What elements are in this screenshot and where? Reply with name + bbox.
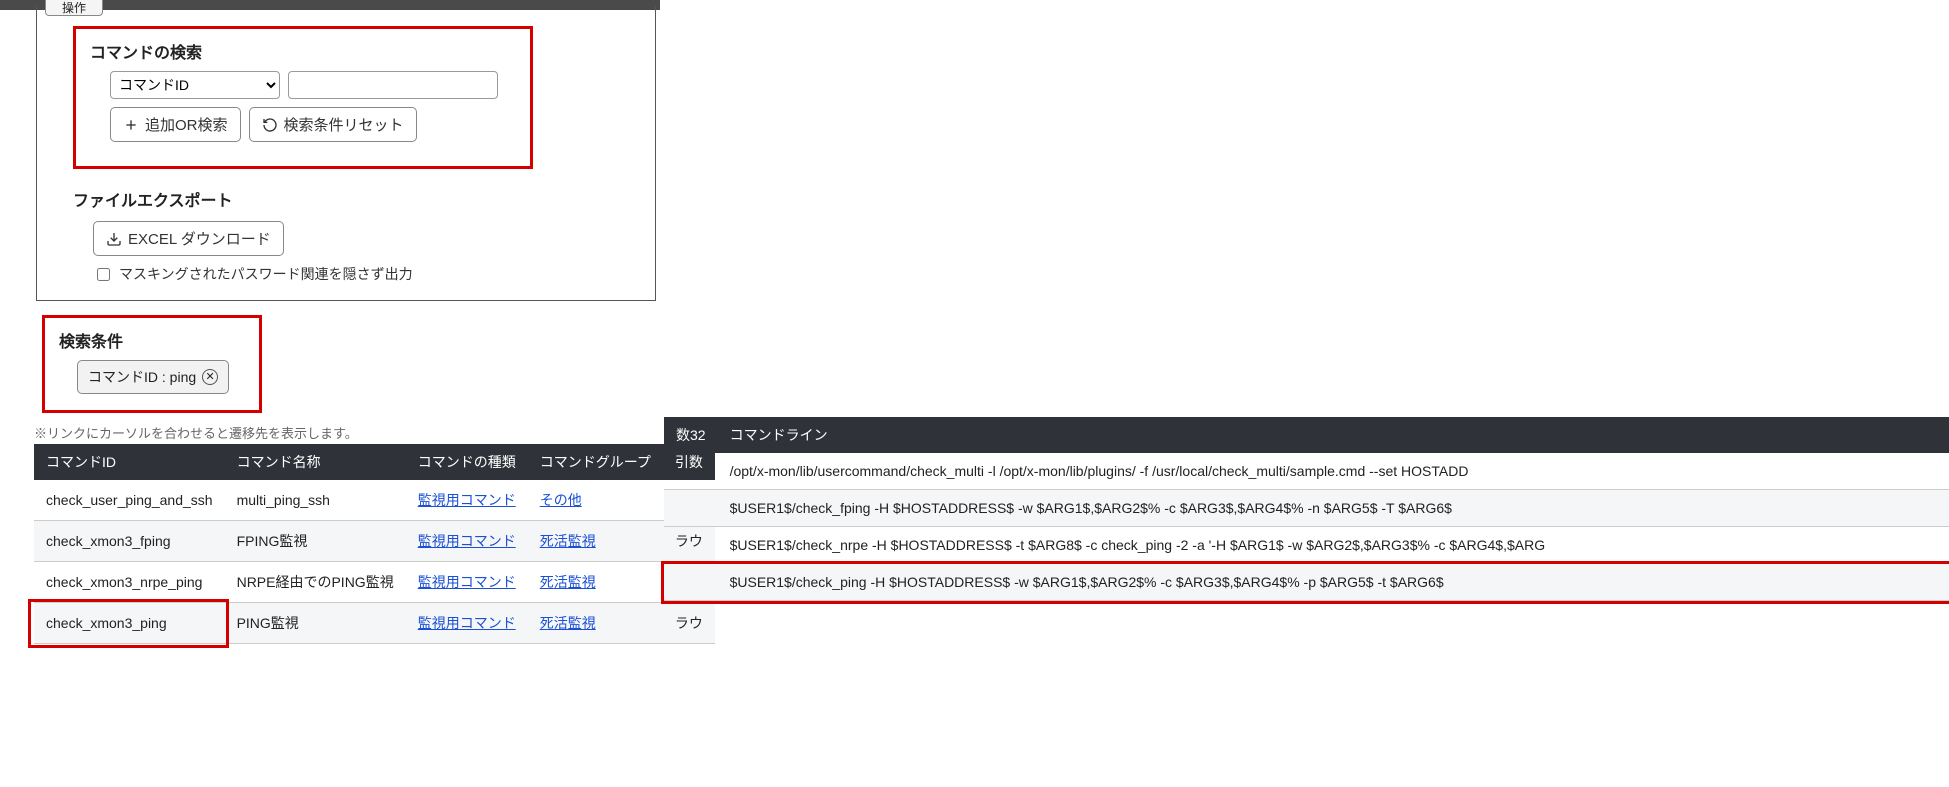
command-type-link[interactable]: 監視用コマンド bbox=[418, 492, 516, 508]
table-row: check_user_ping_and_sshmulti_ping_ssh 監視用… bbox=[34, 480, 715, 521]
commands-table-left: コマンドID コマンド名称 コマンドの種類 コマンドグループ 引数 check_… bbox=[34, 444, 715, 644]
search-conditions-box: 検索条件 コマンドID : ping ✕ bbox=[42, 315, 262, 413]
cell-command-name: NRPE経由でのPING監視 bbox=[225, 562, 406, 603]
table-row: check_xmon3_fpingFPING監視監視用コマンド死活監視ラウ bbox=[34, 521, 715, 562]
cell-command-type: 監視用コマンド bbox=[406, 603, 528, 644]
excel-download-button[interactable]: EXCEL ダウンロード bbox=[93, 221, 284, 256]
link-hint-text: ※リンクにカーソルを合わせると遷移先を表示します。 bbox=[34, 423, 660, 442]
cell-command-line: $USER1$/check_ping -H $HOSTADDRESS$ -w $… bbox=[718, 564, 1949, 601]
file-export-section: ファイルエクスポート EXCEL ダウンロード マスキングされたパスワード関連を… bbox=[73, 187, 635, 284]
col-arg32: 数32 bbox=[664, 417, 718, 453]
cell-command-group: 死活監視 bbox=[528, 521, 663, 562]
col-command-name: コマンド名称 bbox=[225, 444, 406, 480]
col-command-line: コマンドライン bbox=[718, 417, 1949, 453]
excel-download-label: EXCEL ダウンロード bbox=[128, 228, 271, 249]
cell-args: ラウ bbox=[663, 603, 715, 644]
table-row: $USER1$/check_fping -H $HOSTADDRESS$ -w … bbox=[664, 490, 1949, 527]
cell-command-group: その他 bbox=[528, 480, 663, 521]
cell-command-id: check_xmon3_ping bbox=[34, 603, 225, 644]
cell-arg32 bbox=[664, 453, 718, 490]
cell-command-line: /opt/x-mon/lib/usercommand/check_multi -… bbox=[718, 453, 1949, 490]
search-field-select[interactable]: コマンドID bbox=[110, 71, 280, 99]
cell-command-group: 死活監視 bbox=[528, 603, 663, 644]
reset-search-button[interactable]: 検索条件リセット bbox=[249, 107, 417, 142]
col-command-id: コマンドID bbox=[34, 444, 225, 480]
table-row: $USER1$/check_nrpe -H $HOSTADDRESS$ -t $… bbox=[664, 527, 1949, 564]
mask-password-label: マスキングされたパスワード関連を隠さず出力 bbox=[119, 264, 413, 284]
command-group-link[interactable]: 死活監視 bbox=[540, 615, 596, 631]
table-row: check_xmon3_pingPING監視監視用コマンド 死活監視 ラウ bbox=[34, 603, 715, 644]
reset-search-label: 検索条件リセット bbox=[284, 114, 404, 135]
cell-command-name: multi_ping_ssh bbox=[225, 480, 406, 521]
command-search-title: コマンドの検索 bbox=[90, 39, 516, 63]
right-table-wrapper: 数32 コマンドライン /opt/x-mon/lib/usercommand/c… bbox=[664, 417, 1949, 601]
control-panel: コマンドの検索 コマンドID 追加OR検索 検索条件リセット bbox=[36, 6, 656, 301]
command-search-box: コマンドの検索 コマンドID 追加OR検索 検索条件リセット bbox=[73, 26, 533, 169]
command-group-link[interactable]: その他 bbox=[540, 492, 582, 508]
cell-arg32 bbox=[664, 490, 718, 527]
table-row: /opt/x-mon/lib/usercommand/check_multi -… bbox=[664, 453, 1949, 490]
search-condition-chip[interactable]: コマンドID : ping ✕ bbox=[77, 360, 229, 394]
cell-command-type: 監視用コマンド bbox=[406, 480, 528, 521]
col-command-type: コマンドの種類 bbox=[406, 444, 528, 480]
command-group-link[interactable]: 死活監視 bbox=[540, 533, 596, 549]
cell-command-id: check_xmon3_nrpe_ping bbox=[34, 562, 225, 603]
close-icon[interactable]: ✕ bbox=[202, 369, 218, 385]
add-or-search-label: 追加OR検索 bbox=[145, 114, 228, 135]
cell-command-line: $USER1$/check_nrpe -H $HOSTADDRESS$ -t $… bbox=[718, 527, 1949, 564]
table-row: check_xmon3_nrpe_pingNRPE経由でのPING監視監視用コマ… bbox=[34, 562, 715, 603]
reset-icon bbox=[262, 117, 278, 133]
commands-table-right: 数32 コマンドライン /opt/x-mon/lib/usercommand/c… bbox=[664, 417, 1949, 601]
cell-command-line: $USER1$/check_fping -H $HOSTADDRESS$ -w … bbox=[718, 490, 1949, 527]
col-command-group: コマンドグループ bbox=[528, 444, 663, 480]
command-type-link[interactable]: 監視用コマンド bbox=[418, 615, 516, 631]
cell-command-group: 死活監視 bbox=[528, 562, 663, 603]
search-value-input[interactable] bbox=[288, 71, 498, 99]
left-table-wrapper: コマンドID コマンド名称 コマンドの種類 コマンドグループ 引数 check_… bbox=[0, 444, 660, 644]
command-type-link[interactable]: 監視用コマンド bbox=[418, 574, 516, 590]
search-condition-chip-label: コマンドID : ping bbox=[88, 367, 196, 387]
table-row: $USER1$/check_ping -H $HOSTADDRESS$ -w $… bbox=[664, 564, 1949, 601]
download-icon bbox=[106, 231, 122, 247]
file-export-title: ファイルエクスポート bbox=[73, 187, 635, 211]
command-type-link[interactable]: 監視用コマンド bbox=[418, 533, 516, 549]
mask-password-checkbox[interactable] bbox=[97, 268, 110, 281]
cell-command-name: FPING監視 bbox=[225, 521, 406, 562]
cell-command-id: check_user_ping_and_ssh bbox=[34, 480, 225, 521]
cell-command-name: PING監視 bbox=[225, 603, 406, 644]
cell-command-type: 監視用コマンド bbox=[406, 562, 528, 603]
plus-icon bbox=[123, 117, 139, 133]
search-conditions-title: 検索条件 bbox=[59, 328, 245, 352]
cell-command-type: 監視用コマンド bbox=[406, 521, 528, 562]
command-group-link[interactable]: 死活監視 bbox=[540, 574, 596, 590]
cell-command-id: check_xmon3_fping bbox=[34, 521, 225, 562]
cell-arg32 bbox=[664, 564, 718, 601]
cell-arg32 bbox=[664, 527, 718, 564]
add-or-search-button[interactable]: 追加OR検索 bbox=[110, 107, 241, 142]
